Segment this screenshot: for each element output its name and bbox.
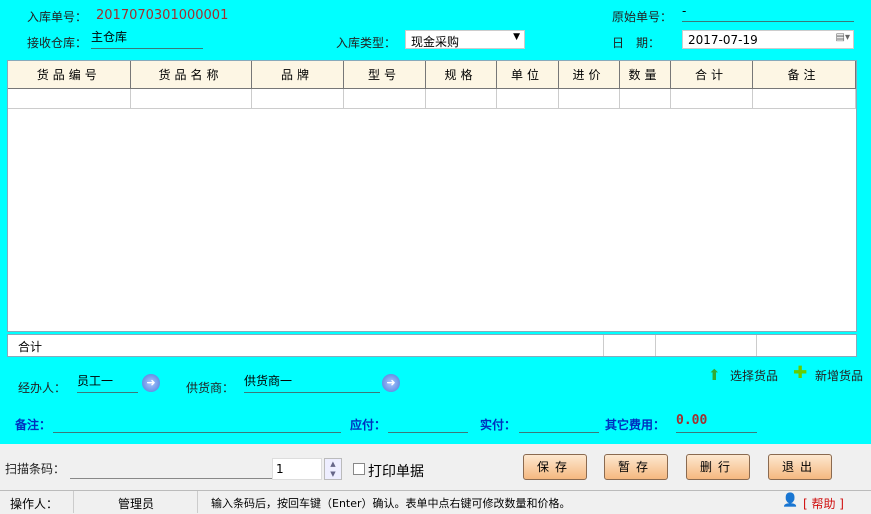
order-no-label: 入库单号：	[27, 10, 88, 24]
calendar-icon[interactable]: ▤▾	[836, 32, 850, 43]
col-header[interactable]: 进价	[558, 61, 620, 89]
total-label: 合计	[18, 340, 43, 354]
plus-icon: ✚	[793, 363, 808, 383]
col-header[interactable]: 规格	[425, 61, 497, 89]
col-header[interactable]: 合计	[670, 61, 753, 89]
arrow-right-icon[interactable]: ➜	[382, 374, 400, 392]
help-user-icon: 👤	[782, 493, 799, 508]
operator-name: 管理员	[118, 497, 155, 511]
other-fee-label: 其它费用：	[605, 418, 666, 432]
date-value: 2017-07-19	[688, 33, 758, 47]
arrow-up-icon: ⬆	[708, 366, 721, 384]
col-header[interactable]: 货品名称	[130, 61, 252, 89]
orig-no-field[interactable]: -	[682, 4, 854, 22]
orig-no-label: 原始单号：	[612, 10, 673, 24]
warehouse-label: 接收仓库：	[27, 36, 88, 50]
col-header[interactable]: 备注	[752, 61, 856, 89]
arrow-right-icon[interactable]: ➜	[142, 374, 160, 392]
save-button[interactable]: 保存	[523, 454, 587, 480]
other-fee-field[interactable]: 0.00	[676, 413, 757, 433]
type-label: 入库类型：	[336, 36, 397, 50]
payable-field[interactable]	[388, 416, 468, 433]
print-checkbox[interactable]	[353, 463, 365, 475]
note-label: 备注：	[15, 418, 52, 432]
note-field[interactable]	[53, 416, 341, 433]
goods-grid[interactable]: 货品编号 货品名称 品牌 型号 规格 单位 进价 数量 合计 备注	[7, 60, 857, 332]
paid-label: 实付：	[480, 418, 517, 432]
paid-field[interactable]	[519, 416, 599, 433]
type-value: 现金采购	[411, 35, 460, 49]
handler-field[interactable]: 员工一	[77, 372, 138, 393]
date-label: 日 期：	[612, 36, 661, 50]
payable-label: 应付：	[350, 418, 387, 432]
col-header[interactable]: 单位	[496, 61, 559, 89]
select-goods-button[interactable]: 选择货品	[730, 367, 778, 384]
table-row[interactable]	[8, 88, 856, 109]
help-link[interactable]: [ 帮助 ]	[803, 495, 844, 512]
total-row: 合计	[7, 334, 857, 357]
col-header[interactable]: 型号	[343, 61, 426, 89]
hold-button[interactable]: 暂存	[604, 454, 668, 480]
grid-header-row: 货品编号 货品名称 品牌 型号 规格 单位 进价 数量 合计 备注	[8, 61, 856, 89]
order-no: 2017070301000001	[96, 8, 229, 23]
exit-button[interactable]: 退出	[768, 454, 832, 480]
date-picker[interactable]: 2017-07-19 ▤▾	[682, 30, 854, 49]
chevron-down-icon: ▼	[513, 32, 520, 42]
supplier-field[interactable]: 供货商一	[244, 372, 380, 393]
scan-input[interactable]	[70, 478, 272, 479]
col-header[interactable]: 数量	[619, 61, 671, 89]
col-header[interactable]: 货品编号	[8, 61, 131, 89]
print-label: 打印单据	[368, 464, 424, 480]
qty-value: 1	[276, 462, 284, 476]
status-bar: 操作人： 管理员 输入条码后，按回车键（Enter）确认。表单中点右键可修改数量…	[0, 490, 871, 514]
col-header[interactable]: 品牌	[251, 61, 344, 89]
scan-label: 扫描条码：	[5, 462, 66, 476]
spin-buttons[interactable]: ▲ ▼	[324, 458, 342, 480]
supplier-label: 供货商：	[186, 381, 235, 395]
add-goods-button[interactable]: 新增货品	[815, 367, 863, 384]
warehouse-field[interactable]: 主仓库	[91, 28, 203, 49]
handler-label: 经办人：	[18, 381, 67, 395]
delete-row-button[interactable]: 删行	[686, 454, 750, 480]
hint-text: 输入条码后，按回车键（Enter）确认。表单中点右键可修改数量和价格。	[211, 497, 571, 510]
qty-stepper[interactable]: 1	[272, 458, 322, 480]
operator-label: 操作人：	[10, 497, 59, 511]
type-select[interactable]: 现金采购 ▼	[405, 30, 525, 49]
